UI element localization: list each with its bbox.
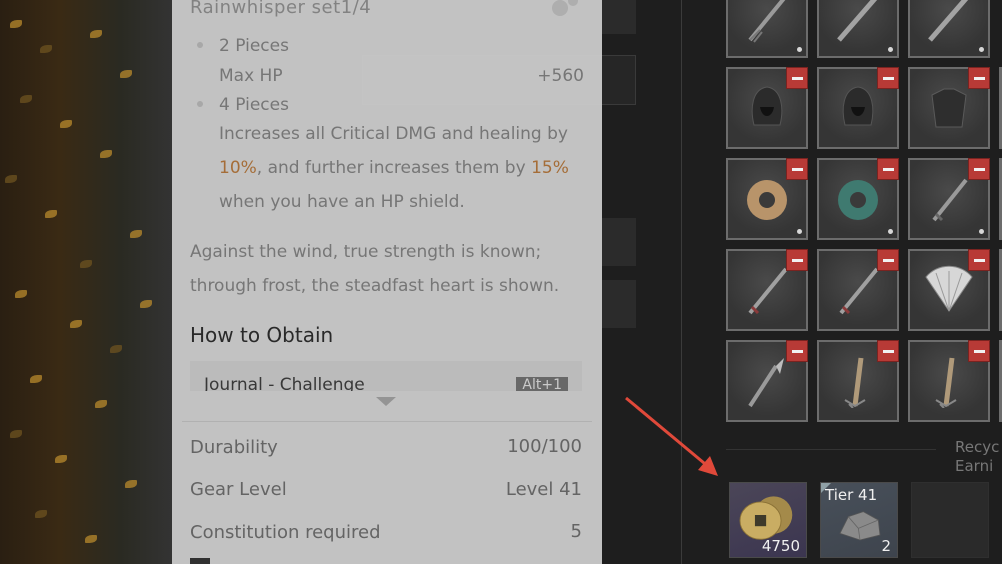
- jade-ring-icon: [747, 180, 787, 220]
- indicator-dot: [888, 229, 893, 234]
- bullet-icon: [197, 42, 203, 48]
- coins-icon: [739, 496, 793, 540]
- stat-durability-label: Durability: [190, 437, 278, 458]
- remove-icon[interactable]: [968, 158, 990, 180]
- hood-icon: [751, 86, 783, 126]
- inventory-slot[interactable]: [817, 249, 899, 331]
- ore-count: 2: [881, 537, 891, 555]
- inventory-slot[interactable]: [726, 0, 808, 58]
- inventory-slot[interactable]: [908, 67, 990, 149]
- set-bonus-4-desc-3: when you have an HP shield.: [219, 192, 465, 212]
- pointer-arrow-icon: [625, 396, 718, 476]
- set-bonus-2-stat: Max HP: [219, 66, 283, 86]
- bonus-desc-mid: , and further increases them by: [256, 158, 526, 178]
- sword-icon: [932, 178, 968, 222]
- armor-icon: [931, 88, 967, 128]
- sword-icon: [748, 267, 788, 315]
- set-icon: [552, 0, 568, 16]
- remove-icon[interactable]: [968, 340, 990, 362]
- stat-durability-value: 100/100: [507, 436, 582, 457]
- indicator-dot: [797, 229, 802, 234]
- coins-count: 4750: [761, 537, 800, 555]
- set-name: Rainwhisper set1/4: [190, 0, 372, 18]
- inventory-slot[interactable]: [908, 158, 990, 240]
- set-bonus-2-value: +560: [537, 66, 584, 86]
- obtain-source-label: Journal - Challenge: [204, 375, 365, 391]
- set-icon-dot: [568, 0, 578, 6]
- remove-icon[interactable]: [786, 340, 808, 362]
- lore-line-2: through frost, the steadfast heart is sh…: [190, 276, 560, 296]
- remove-icon[interactable]: [877, 340, 899, 362]
- inventory-slot[interactable]: [726, 158, 808, 240]
- remove-icon[interactable]: [968, 249, 990, 271]
- bonus-percent-2: 15%: [531, 158, 569, 178]
- spear-icon: [928, 0, 969, 42]
- sword-icon: [839, 267, 879, 315]
- item-tooltip: Rainwhisper set1/4 2 Pieces Max HP +560 …: [172, 0, 602, 564]
- glaive-icon: [748, 358, 784, 408]
- indicator-dot: [888, 47, 893, 52]
- remove-icon[interactable]: [968, 67, 990, 89]
- ore-slot[interactable]: Tier 41 2: [820, 482, 898, 558]
- trident-icon: [844, 357, 866, 408]
- inventory-slot[interactable]: [908, 0, 990, 58]
- obtain-source-hotkey: Alt+1: [516, 377, 568, 391]
- ore-tier: Tier 41: [825, 486, 878, 504]
- side-control: [602, 280, 636, 328]
- lore-line-1: Against the wind, true strength is known…: [190, 242, 542, 262]
- scroll-down-icon[interactable]: [376, 397, 396, 406]
- set-bonus-2-label: 2 Pieces: [219, 36, 289, 56]
- remove-icon[interactable]: [786, 67, 808, 89]
- inventory-slot[interactable]: [908, 249, 990, 331]
- divider: [726, 449, 936, 450]
- remove-icon[interactable]: [786, 249, 808, 271]
- side-control: [602, 218, 636, 266]
- side-control: [602, 0, 636, 34]
- empty-slot[interactable]: [911, 482, 989, 558]
- divider: [182, 421, 592, 422]
- set-bonus-4-desc-1: Increases all Critical DMG and healing b…: [219, 124, 568, 144]
- inventory-slot[interactable]: [817, 67, 899, 149]
- stat-gear-level-value: Level 41: [505, 479, 582, 500]
- inventory-slot[interactable]: [908, 340, 990, 422]
- remove-icon[interactable]: [877, 67, 899, 89]
- set-bonus-4-desc-2: 10%, and further increases them by 15%: [219, 158, 569, 178]
- inventory-slot[interactable]: [726, 67, 808, 149]
- inventory-slot[interactable]: [817, 340, 899, 422]
- coins-slot[interactable]: 4750: [729, 482, 807, 558]
- fan-icon: [925, 265, 973, 312]
- spear-icon: [748, 0, 786, 43]
- remove-icon[interactable]: [877, 158, 899, 180]
- stat-constitution-value: 5: [570, 521, 582, 542]
- remove-icon[interactable]: [786, 158, 808, 180]
- how-to-obtain-title: How to Obtain: [190, 323, 334, 347]
- stat-constitution-label: Constitution required: [190, 522, 381, 543]
- indicator-dot: [979, 47, 984, 52]
- jade-ring-icon: [838, 180, 878, 220]
- inventory-slot[interactable]: [726, 249, 808, 331]
- inventory-slot[interactable]: [817, 158, 899, 240]
- bonus-percent-1: 10%: [219, 158, 257, 178]
- hood-icon: [842, 86, 874, 126]
- trident-icon: [935, 357, 957, 408]
- ore-icon: [839, 511, 881, 541]
- indicator-dot: [979, 229, 984, 234]
- inventory-slot[interactable]: [726, 340, 808, 422]
- indicator-dot: [797, 47, 802, 52]
- stat-gear-level-label: Gear Level: [190, 479, 287, 500]
- background-foliage: [0, 0, 172, 564]
- obtain-source-row[interactable]: Journal - Challenge Alt+1: [190, 361, 582, 391]
- checkbox[interactable]: [190, 558, 210, 564]
- spear-icon: [837, 0, 878, 42]
- recycle-earnings-label: Recyc Earni: [955, 438, 1000, 475]
- remove-icon[interactable]: [877, 249, 899, 271]
- bullet-icon: [197, 101, 203, 107]
- set-bonus-4-label: 4 Pieces: [219, 95, 289, 115]
- inventory-slot[interactable]: [817, 0, 899, 58]
